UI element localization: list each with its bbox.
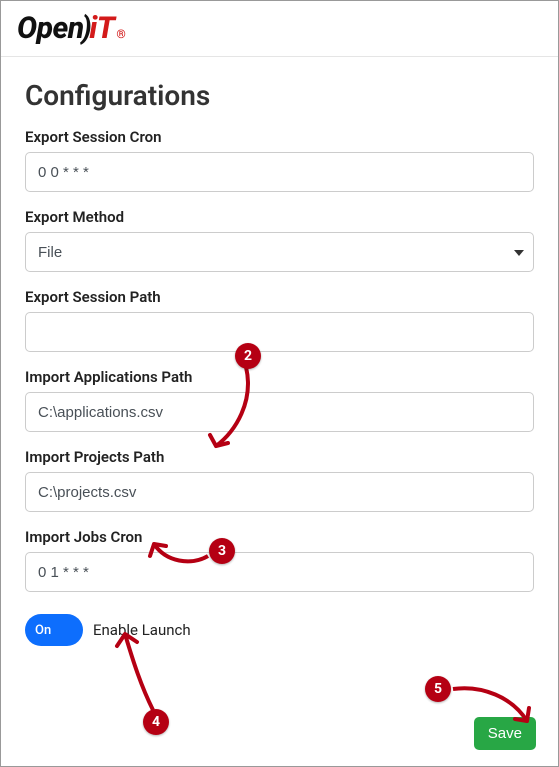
annotation-bubble-3: 3 <box>209 538 235 564</box>
input-export-session-cron[interactable] <box>25 152 534 192</box>
input-import-jobs-cron[interactable] <box>25 552 534 592</box>
brand-open: Open <box>17 14 84 44</box>
label-import-applications-path: Import Applications Path <box>25 368 534 386</box>
annotation-bubble-2: 2 <box>235 343 261 369</box>
page-title: Configurations <box>25 79 534 112</box>
select-export-method[interactable]: File <box>25 232 534 272</box>
toggle-state-text: On <box>35 623 51 638</box>
input-import-projects-path[interactable] <box>25 472 534 512</box>
content-area: Configurations Export Session Cron Expor… <box>1 57 558 668</box>
app-frame: Open ) iT ® Configurations Export Sessio… <box>0 0 559 767</box>
brand-it: iT <box>89 14 114 44</box>
save-button[interactable]: Save <box>474 717 536 750</box>
label-import-jobs-cron: Import Jobs Cron <box>25 528 534 546</box>
label-export-method: Export Method <box>25 208 534 226</box>
brand-registered: ® <box>116 28 125 40</box>
input-export-session-path[interactable] <box>25 312 534 352</box>
toggle-enable-launch[interactable]: On <box>25 614 83 646</box>
label-import-projects-path: Import Projects Path <box>25 448 534 466</box>
select-export-method-wrap: File <box>25 232 534 272</box>
label-export-session-path: Export Session Path <box>25 288 534 306</box>
app-header: Open ) iT ® <box>1 1 558 57</box>
enable-launch-row: On Enable Launch <box>25 614 534 646</box>
toggle-label: Enable Launch <box>93 621 191 639</box>
input-import-applications-path[interactable] <box>25 392 534 432</box>
annotation-bubble-5: 5 <box>425 676 451 702</box>
brand-logo: Open ) iT ® <box>17 14 125 44</box>
label-export-session-cron: Export Session Cron <box>25 128 534 146</box>
annotation-bubble-4: 4 <box>143 709 169 735</box>
